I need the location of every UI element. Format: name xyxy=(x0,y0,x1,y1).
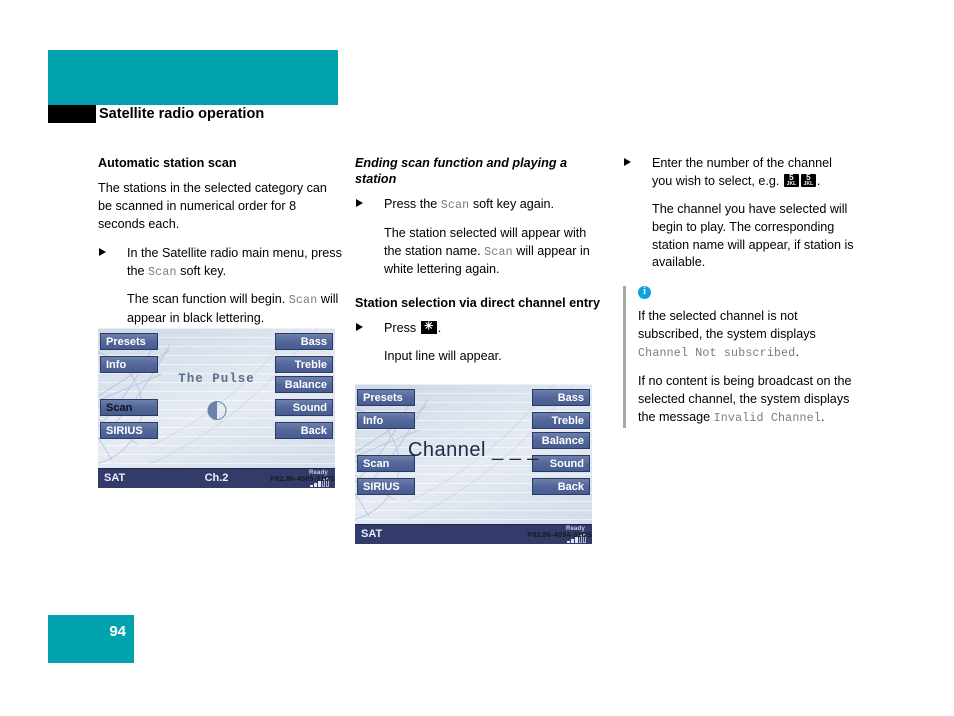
softkey-info-2[interactable]: Info xyxy=(357,412,415,429)
radio-display-one: Presets Info Scan SIRIUS Bass Treble Bal… xyxy=(98,328,335,488)
softkey-info-1[interactable]: Info xyxy=(100,356,158,373)
softkey-scan-1[interactable]: Scan xyxy=(100,399,158,416)
triangle-bullet-icon xyxy=(356,199,363,208)
text-frag: soft key again. xyxy=(469,197,555,212)
info-icon xyxy=(638,285,651,300)
header-subtitle: Satellite radio operation xyxy=(99,106,265,122)
softkey-presets-2[interactable]: Presets xyxy=(357,389,415,406)
info-note-block: If the selected channel is not subscribe… xyxy=(623,285,855,428)
text-frag: . xyxy=(795,345,799,359)
star-key-icon: ✳ xyxy=(420,320,437,334)
softkey-ref-scan: Scan xyxy=(148,265,177,279)
manual-page: Satellite radio Satellite radio operatio… xyxy=(0,0,954,716)
keypad-key-letters: JKL xyxy=(803,180,814,187)
heading-automatic-station-scan: Automatic station scan xyxy=(98,156,237,170)
softkey-sirius-2[interactable]: SIRIUS xyxy=(357,478,415,495)
bullet-end-scan-step: Press the Scan soft key again. The stati… xyxy=(355,196,601,279)
header-black-marker xyxy=(48,105,96,123)
bullet-scan-result-text: The scan function will begin. Scan will … xyxy=(127,291,344,327)
heading-ending-scan: Ending scan function and playing a stati… xyxy=(355,156,568,187)
softkey-bass-2[interactable]: Bass xyxy=(532,389,590,406)
softkey-ref-scan-3: Scan xyxy=(440,199,470,213)
bullet-end-scan-result: The station selected will appear with th… xyxy=(384,225,601,279)
keypad-key-5-icon-2: 5 JKL xyxy=(800,173,816,187)
text-frag: . xyxy=(820,410,825,425)
column-one: Automatic station scan The stations in t… xyxy=(98,155,344,338)
page-number-box: 94 xyxy=(48,615,134,663)
softkey-back-2[interactable]: Back xyxy=(532,478,590,495)
display-message-channel-not-subscribed: Channel Not subscribed xyxy=(638,347,796,360)
keypad-key-5-icon-1: 5 JKL xyxy=(783,173,799,187)
bullet-enter-channel-result: The channel you have selected will begin… xyxy=(652,201,854,270)
triangle-bullet-icon xyxy=(99,247,106,256)
softkey-ref-scan-2: Scan xyxy=(288,294,318,308)
text-frag: soft key. xyxy=(176,263,227,278)
station-name-label: The Pulse xyxy=(178,372,255,386)
page-number: 94 xyxy=(109,623,126,640)
figure-caption-one: P82.86-4085-31US xyxy=(270,474,335,483)
text-frag: . xyxy=(816,173,821,188)
status-source-label-2: SAT xyxy=(361,528,383,540)
note-side-bar xyxy=(623,286,626,428)
column-two: Ending scan function and playing a stati… xyxy=(355,155,601,377)
triangle-bullet-icon xyxy=(356,322,363,331)
bullet-press-star-text: Press ✳. xyxy=(384,320,601,338)
figure-caption-two: P82.86-4084-31US xyxy=(527,530,592,539)
half-circle-icon xyxy=(207,401,226,420)
radio-screen-one: Presets Info Scan SIRIUS Bass Treble Bal… xyxy=(98,328,335,468)
softkey-sound-1[interactable]: Sound xyxy=(275,399,333,416)
softkey-treble-1[interactable]: Treble xyxy=(275,356,333,373)
triangle-bullet-icon xyxy=(624,158,631,166)
note-paragraph-invalid-channel: If no content is being broadcast on the … xyxy=(638,373,855,427)
softkey-treble-2[interactable]: Treble xyxy=(532,412,590,429)
channel-entry-prompt: Channel _ _ _ xyxy=(407,439,540,461)
bullet-enter-channel-step: Enter the number of the channel you wish… xyxy=(623,155,855,272)
column-three: Enter the number of the channel you wish… xyxy=(623,155,855,439)
softkey-sirius-1[interactable]: SIRIUS xyxy=(100,422,158,439)
text-frag: . xyxy=(437,320,442,335)
radio-display-two: Presets Info Scan SIRIUS Bass Treble Bal… xyxy=(355,384,592,544)
bullet-press-star-step: Press ✳. Input line will appear. xyxy=(355,320,601,366)
softkey-presets-1[interactable]: Presets xyxy=(100,333,158,350)
star-key-glyph: ✳ xyxy=(424,320,434,333)
bullet-enter-channel-text: Enter the number of the channel you wish… xyxy=(652,155,855,191)
radio-screen-two: Presets Info Scan SIRIUS Bass Treble Bal… xyxy=(355,384,592,524)
header-band xyxy=(48,50,338,105)
text-frag: Press the xyxy=(384,197,441,212)
bullet-press-star-result: Input line will appear. xyxy=(384,348,502,363)
text-frag: The scan function will begin. xyxy=(127,292,289,307)
display-message-invalid-channel: Invalid Channel xyxy=(713,412,821,426)
bullet-scan-step: In the Satellite radio main menu, press … xyxy=(98,245,344,328)
header-band-title: Satellite radio xyxy=(51,22,148,38)
softkey-back-1[interactable]: Back xyxy=(275,422,333,439)
text-frag: Press xyxy=(384,320,420,335)
bullet-scan-step-text: In the Satellite radio main menu, press … xyxy=(127,245,344,281)
softkey-ref-scan-4: Scan xyxy=(484,245,513,259)
keypad-key-letters: JKL xyxy=(786,180,797,187)
softkey-bass-1[interactable]: Bass xyxy=(275,333,333,350)
bullet-end-scan-text: Press the Scan soft key again. xyxy=(384,196,601,214)
heading-direct-channel-entry: Station selection via direct channel ent… xyxy=(355,295,600,310)
text-frag: If the selected channel is not subscribe… xyxy=(638,309,816,342)
note-paragraph-not-subscribed: If the selected channel is not subscribe… xyxy=(638,308,855,362)
paragraph-scan-intro: The stations in the selected category ca… xyxy=(98,181,327,231)
